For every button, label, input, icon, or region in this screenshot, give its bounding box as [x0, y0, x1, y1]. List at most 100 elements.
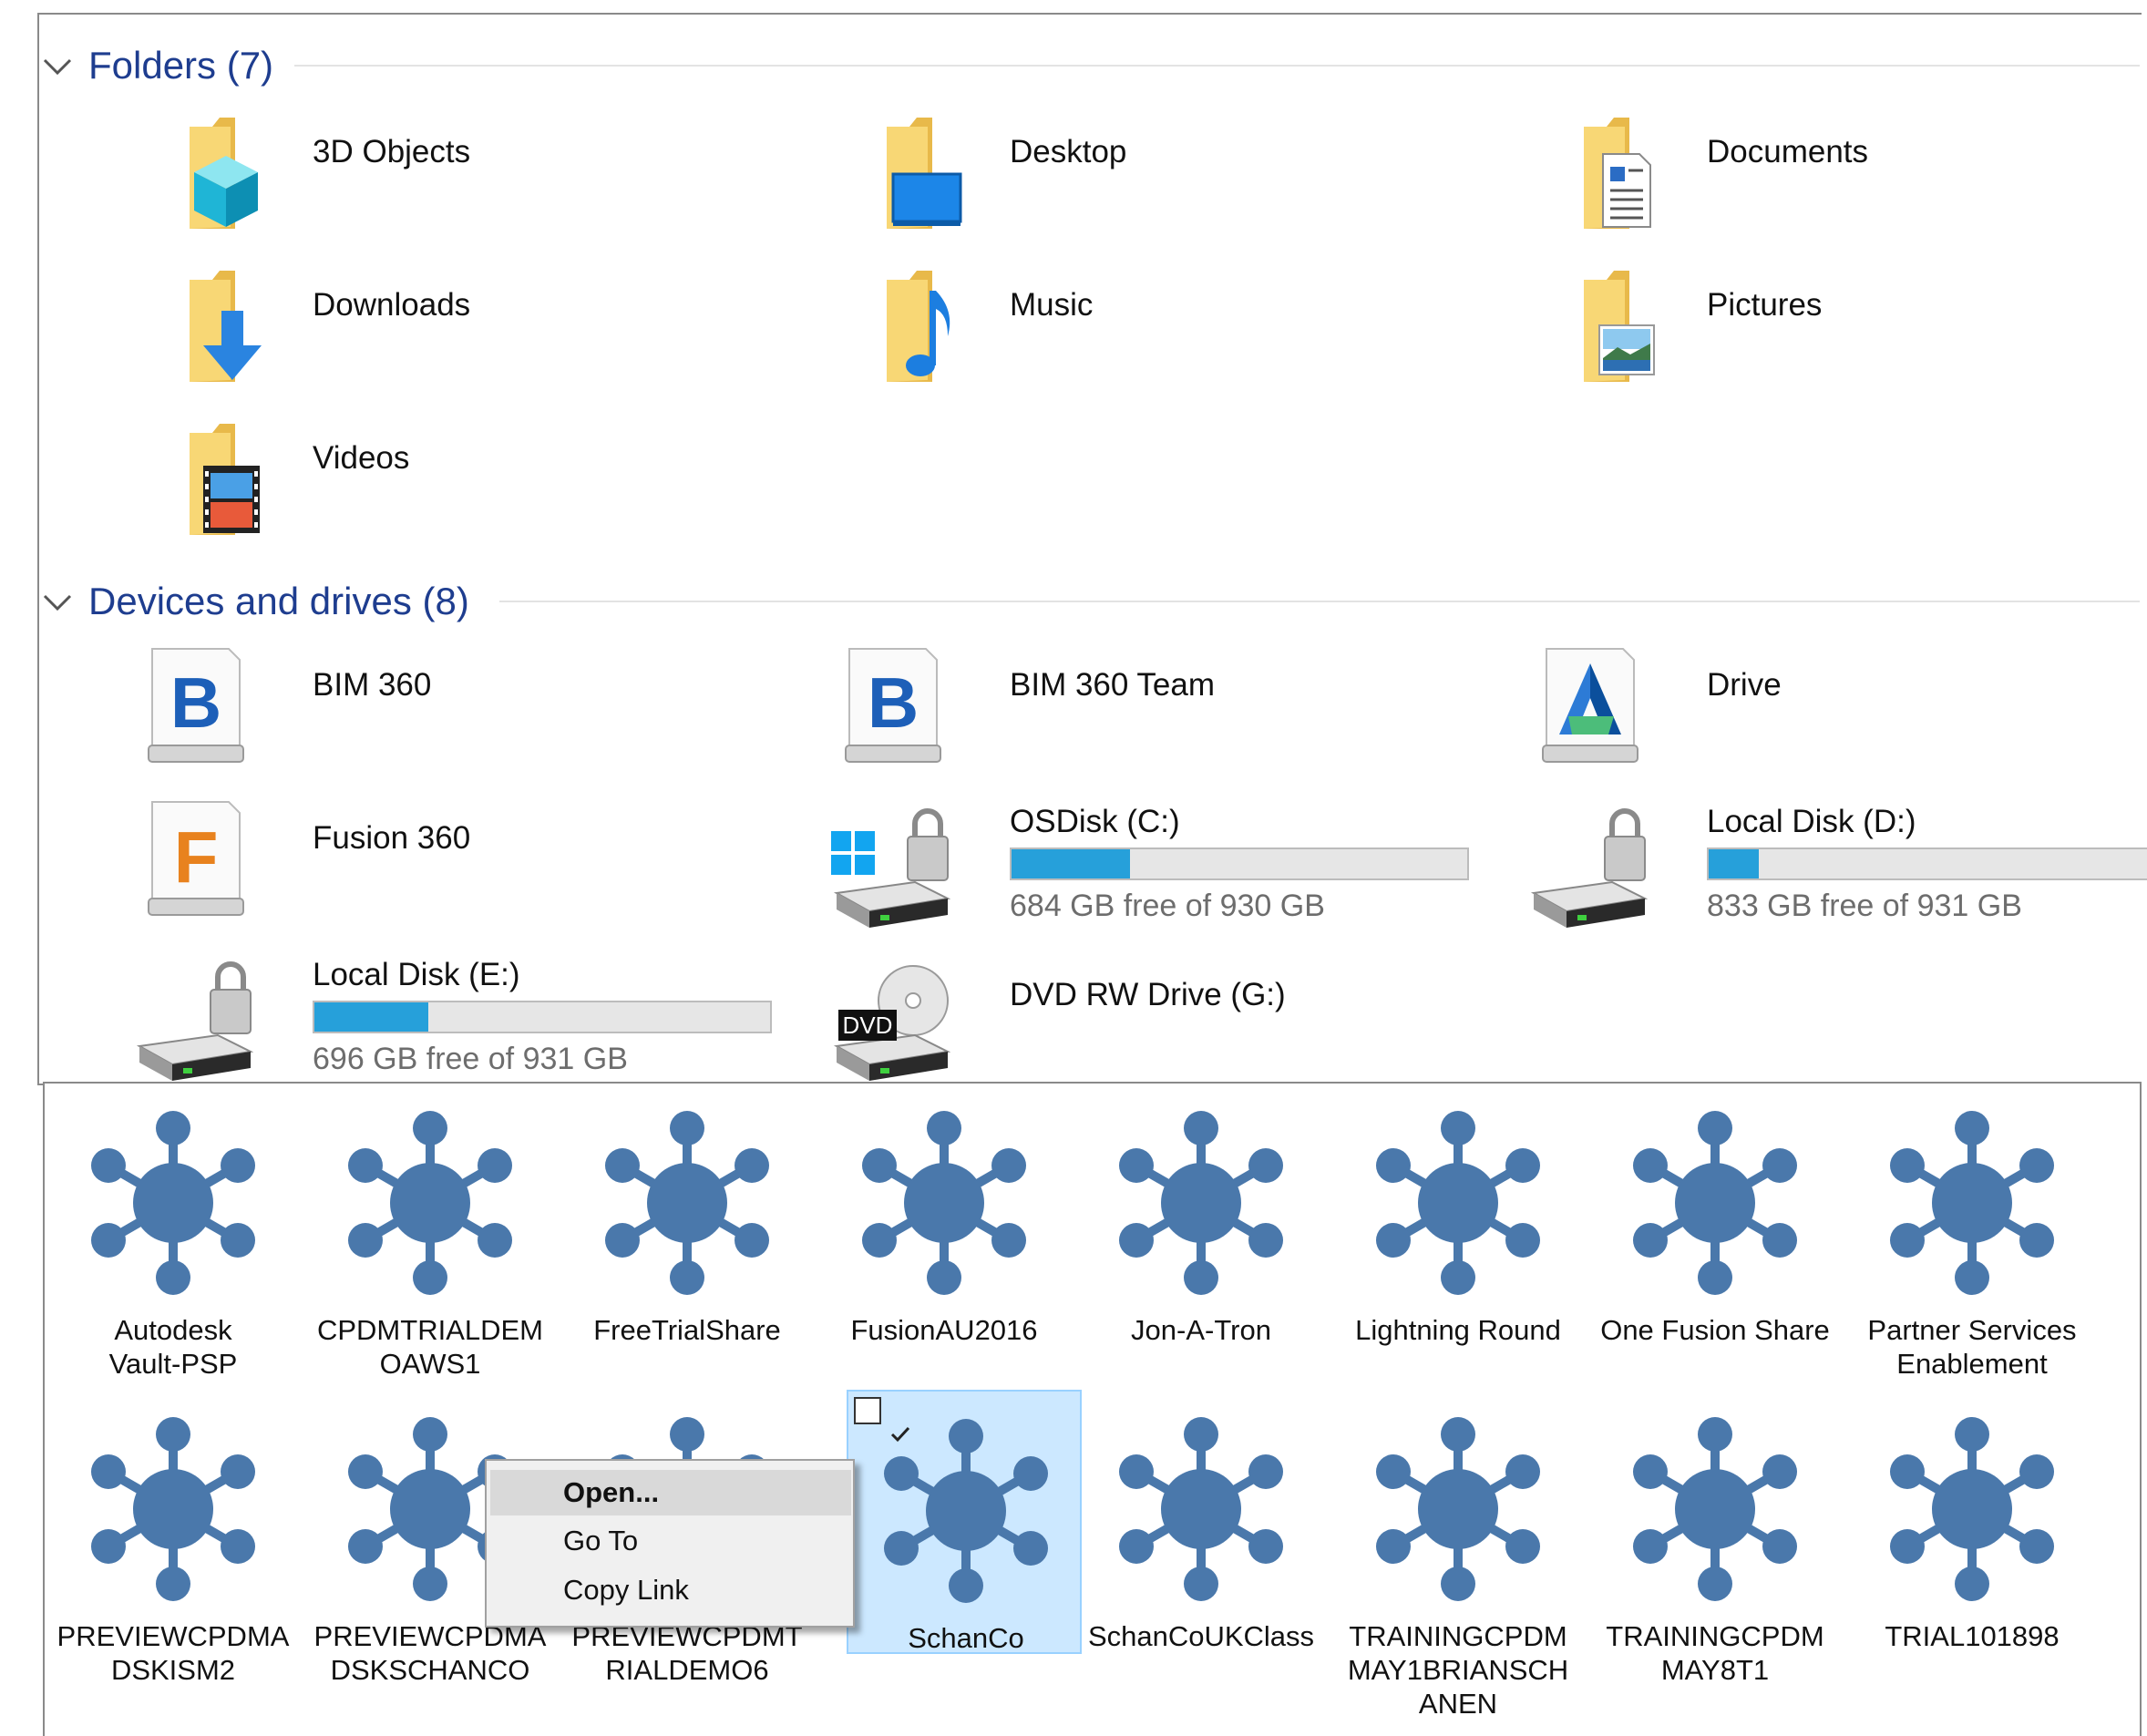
- disk-free-text: 833 GB free of 931 GB: [1707, 889, 2022, 923]
- downloads-folder-icon: [190, 271, 262, 382]
- folder-name: Pictures: [1707, 287, 1823, 323]
- group-divider: [294, 65, 2140, 67]
- folder-music[interactable]: Music: [846, 263, 1484, 400]
- share-label: SchanCo: [908, 1622, 1024, 1654]
- local-disk-icon: [136, 961, 254, 1081]
- checkmark-icon: [890, 1426, 910, 1443]
- share-tile[interactable]: Autodesk Vault-PSP: [45, 1084, 302, 1384]
- disk-usage-bar: [1010, 847, 1469, 880]
- drive-name: DVD RW Drive (G:): [1010, 977, 1286, 1012]
- share-label: Lightning Round: [1355, 1314, 1561, 1346]
- share-network-icon: [1632, 1417, 1798, 1601]
- share-tile[interactable]: One Fusion Share: [1587, 1084, 1844, 1384]
- devices-group-header[interactable]: Devices and drives (8): [39, 574, 2140, 629]
- folder-name: Videos: [313, 440, 410, 476]
- folder-name: Downloads: [313, 287, 471, 323]
- share-label: Jon-A-Tron: [1131, 1314, 1271, 1346]
- svg-text:B: B: [868, 663, 919, 743]
- share-network-icon: [1889, 1111, 2055, 1295]
- share-network-icon: [1632, 1111, 1798, 1295]
- drive-dvd-g[interactable]: DVD DVD RW Drive (G:): [827, 942, 1484, 1088]
- share-network-icon: [1118, 1111, 1284, 1295]
- chevron-down-icon[interactable]: [41, 585, 74, 618]
- local-disk-icon: [1530, 808, 1649, 928]
- share-tile[interactable]: PREVIEWCPDMA DSKISM2: [45, 1390, 302, 1690]
- folder-name: Documents: [1707, 134, 1869, 169]
- share-network-icon: [90, 1111, 256, 1295]
- share-network-icon: [861, 1111, 1027, 1295]
- disk-usage-bar: [313, 1001, 772, 1033]
- share-tile[interactable]: TRAININGCPDM MAY1BRIANSCH ANEN: [1330, 1390, 1587, 1720]
- bim360-drive-icon: B: [148, 648, 244, 763]
- share-network-icon: [604, 1111, 770, 1295]
- drive-name: BIM 360 Team: [1010, 667, 1216, 703]
- folder-name: Music: [1010, 287, 1094, 323]
- folder-name: 3D Objects: [313, 134, 471, 169]
- share-tile[interactable]: CPDMTRIALDEM OAWS1: [302, 1084, 559, 1384]
- drive-name: OSDisk (C:): [1010, 804, 1180, 839]
- svg-text:B: B: [170, 663, 221, 743]
- share-network-icon: [1889, 1417, 2055, 1601]
- share-tile[interactable]: Lightning Round: [1330, 1084, 1587, 1384]
- dvd-badge: DVD: [843, 1012, 893, 1039]
- explorer-pane: Folders (7) 3D Objects Desktop Documents…: [37, 13, 2147, 1088]
- share-label: One Fusion Share: [1600, 1314, 1830, 1346]
- share-network-icon: [347, 1111, 513, 1295]
- drive-name: Local Disk (E:): [313, 957, 520, 992]
- context-menu: Open... Go To Copy Link: [485, 1459, 855, 1628]
- drive-fusion360[interactable]: F Fusion 360: [138, 796, 776, 933]
- share-tile[interactable]: SchanCoUKClass: [1073, 1390, 1330, 1690]
- context-menu-copy-link[interactable]: Copy Link: [490, 1567, 851, 1613]
- selection-checkbox[interactable]: [854, 1397, 910, 1443]
- drive-osdisk-c[interactable]: OSDisk (C:) 684 GB free of 930 GB: [827, 789, 1484, 935]
- pictures-folder-icon: [1584, 271, 1655, 382]
- drive-bim360-team[interactable]: B BIM 360 Team: [835, 643, 1473, 780]
- share-tile[interactable]: TRAININGCPDM MAY8T1: [1587, 1390, 1844, 1690]
- 3d-objects-folder-icon: [190, 118, 258, 229]
- context-menu-go-to[interactable]: Go To: [490, 1518, 851, 1564]
- dvd-drive-icon: DVD: [833, 965, 951, 1081]
- share-tile[interactable]: Jon-A-Tron: [1073, 1084, 1330, 1384]
- bim360-team-drive-icon: B: [845, 648, 941, 763]
- share-tile[interactable]: Partner Services Enablement: [1844, 1084, 2101, 1384]
- share-tile[interactable]: SchanCo: [847, 1390, 1082, 1654]
- fusion360-drive-icon: F: [148, 801, 244, 916]
- drive-name: Fusion 360: [313, 820, 471, 856]
- share-network-icon: [1375, 1111, 1541, 1295]
- share-label: FusionAU2016: [850, 1314, 1038, 1346]
- share-label: PREVIEWCPDMA DSKSCHANCO: [313, 1620, 547, 1686]
- drive-bim360[interactable]: B BIM 360: [138, 643, 776, 780]
- share-label: Partner Services Enablement: [1867, 1314, 2077, 1380]
- share-network-icon: [90, 1417, 256, 1601]
- share-tile[interactable]: FreeTrialShare: [559, 1084, 816, 1384]
- disk-free-text: 684 GB free of 930 GB: [1010, 889, 1325, 923]
- drive-name: BIM 360: [313, 667, 432, 703]
- folder-desktop[interactable]: Desktop: [846, 110, 1484, 247]
- share-tile[interactable]: FusionAU2016: [816, 1084, 1073, 1384]
- share-label: TRAININGCPDM MAY8T1: [1606, 1620, 1824, 1686]
- folder-videos[interactable]: Videos: [149, 416, 786, 553]
- folder-pictures[interactable]: Pictures: [1543, 263, 2135, 400]
- folder-3d-objects[interactable]: 3D Objects: [149, 110, 786, 247]
- shares-pane: Autodesk Vault-PSP CPDMTRIALDEM OAWS1 Free…: [43, 1082, 2142, 1736]
- drive-name: Local Disk (D:): [1707, 804, 1916, 839]
- chevron-down-icon[interactable]: [41, 49, 74, 82]
- share-label: SchanCoUKClass: [1087, 1620, 1315, 1652]
- folders-group-title: Folders (7): [88, 44, 274, 87]
- share-network-icon: [1375, 1417, 1541, 1601]
- share-label: TRIAL101898: [1885, 1620, 2060, 1652]
- share-label: TRAININGCPDM MAY1BRIANSCH ANEN: [1347, 1620, 1569, 1720]
- folder-downloads[interactable]: Downloads: [149, 263, 786, 400]
- disk-usage-fill: [1709, 849, 1759, 878]
- share-network-icon: [1118, 1417, 1284, 1601]
- share-tile[interactable]: TRIAL101898: [1844, 1390, 2101, 1690]
- drive-local-disk-d[interactable]: Local Disk (D:) 833 GB free of 931 GB: [1525, 789, 2147, 935]
- autodesk-drive-icon: [1542, 648, 1638, 763]
- drive-local-disk-e[interactable]: Local Disk (E:) 696 GB free of 931 GB: [130, 942, 786, 1088]
- share-label: CPDMTRIALDEM OAWS1: [316, 1314, 543, 1380]
- folder-documents[interactable]: Documents: [1543, 110, 2135, 247]
- disk-usage-fill: [1012, 849, 1130, 878]
- folders-group-header[interactable]: Folders (7): [39, 38, 2140, 93]
- context-menu-open[interactable]: Open...: [490, 1470, 851, 1515]
- drive-autodesk-drive[interactable]: Drive: [1532, 643, 2133, 780]
